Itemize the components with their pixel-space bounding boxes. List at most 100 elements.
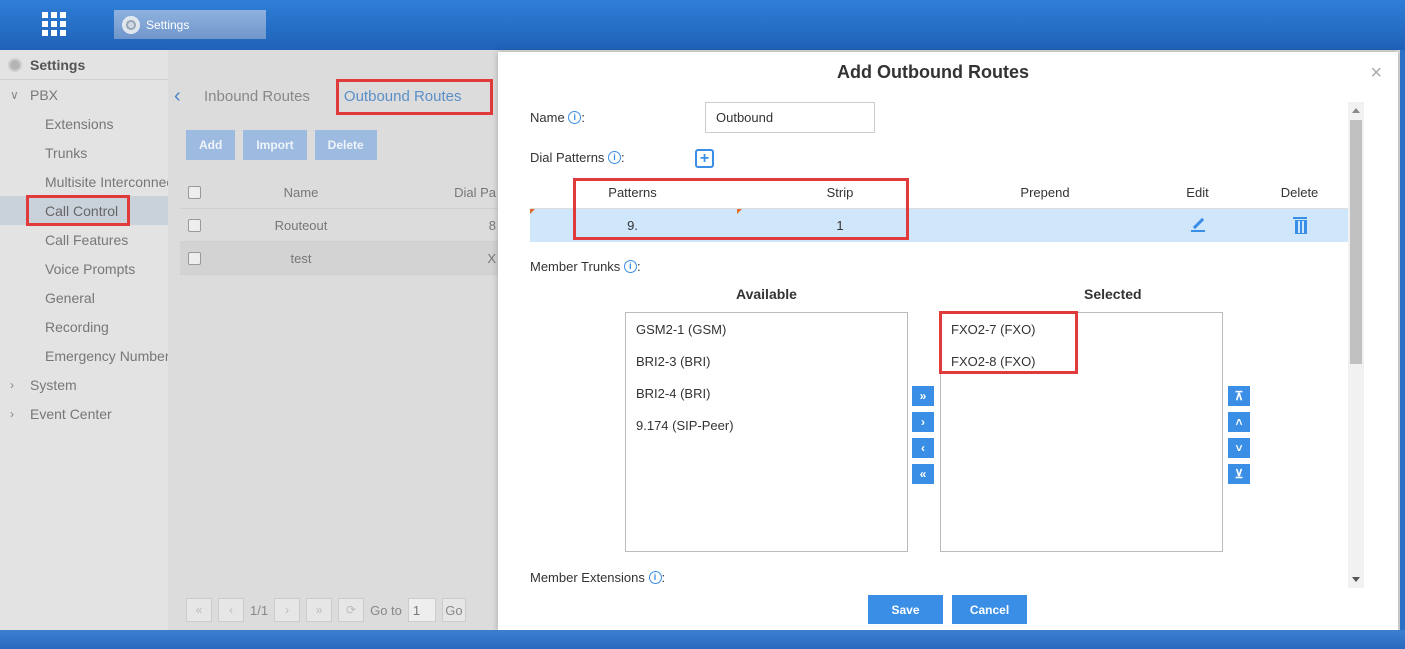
nav-group-label: Event Center [30, 405, 112, 422]
member-extensions-label-text: Member Extensions [530, 570, 645, 585]
routes-content: ‹ Inbound Routes Outbound Routes Add Imp… [168, 50, 498, 630]
available-trunks-list[interactable]: GSM2-1 (GSM) BRI2-3 (BRI) BRI2-4 (BRI) 9… [625, 312, 908, 552]
nav-group-event-center[interactable]: › Event Center [0, 399, 168, 428]
close-icon[interactable]: × [1370, 62, 1382, 85]
add-pattern-icon[interactable]: + [695, 149, 714, 168]
dialog-footer: Save Cancel [868, 595, 1027, 624]
table-row[interactable]: Routeout 8 [180, 209, 498, 242]
sidebar-item-label: Call Features [45, 231, 129, 248]
dial-patterns-label: Dial Patterns i: [530, 150, 625, 165]
move-all-left-icon[interactable]: « [912, 464, 934, 484]
save-button[interactable]: Save [868, 595, 943, 624]
go-button[interactable]: Go [441, 598, 466, 622]
pattern-row[interactable]: 9. 1 [530, 209, 1349, 242]
dialog-scrollbar[interactable] [1348, 102, 1364, 588]
scroll-thumb[interactable] [1350, 120, 1362, 364]
route-name: test [290, 250, 312, 266]
list-item[interactable]: BRI2-4 (BRI) [626, 377, 907, 409]
list-item[interactable]: FXO2-7 (FXO) [941, 313, 1222, 345]
next-page-button[interactable]: › [274, 598, 301, 622]
member-trunks-label: Member Trunks i: [530, 259, 641, 274]
route-name: Routeout [274, 217, 328, 233]
sidebar-item-general[interactable]: General [0, 283, 168, 312]
name-label: Name i: [530, 110, 585, 125]
sidebar-item-extensions[interactable]: Extensions [0, 109, 168, 138]
move-bottom-icon[interactable]: ⊻ [1228, 464, 1250, 484]
sidebar-item-voice-prompts[interactable]: Voice Prompts [0, 254, 168, 283]
pattern-value[interactable]: 9. [530, 218, 735, 233]
row-checkbox[interactable] [188, 218, 201, 232]
import-button[interactable]: Import [243, 130, 307, 160]
cancel-button[interactable]: Cancel [952, 595, 1027, 624]
sidebar-item-recording[interactable]: Recording [0, 312, 168, 341]
tab-inbound-routes[interactable]: Inbound Routes [204, 88, 324, 105]
column-header-prepend: Prepend [1020, 184, 1070, 200]
add-button[interactable]: Add [186, 130, 236, 160]
settings-app-tab-label: Settings [146, 17, 190, 32]
list-item[interactable]: 9.174 (SIP-Peer) [626, 409, 907, 441]
nav-group-label: PBX [30, 86, 59, 103]
strip-value[interactable]: 1 [735, 218, 945, 233]
column-header-name: Name [283, 184, 319, 200]
nav-group-pbx[interactable]: ∨ PBX [0, 80, 168, 109]
refresh-icon[interactable]: ⟳ [338, 598, 365, 622]
info-icon[interactable]: i [608, 150, 622, 164]
top-bar: Settings [0, 0, 1405, 50]
sidebar-title: Settings [30, 56, 86, 73]
sidebar-item-call-features[interactable]: Call Features [0, 225, 168, 254]
taskbar-strip [0, 630, 1405, 649]
scroll-up-icon[interactable] [1352, 108, 1360, 113]
routes-toolbar: Add Import Delete [186, 130, 377, 160]
sidebar-item-multisite-interconnect[interactable]: Multisite Interconnect [0, 167, 177, 196]
prev-page-button[interactable]: ‹ [218, 598, 244, 622]
tab-outbound-routes[interactable]: Outbound Routes [324, 88, 476, 105]
row-checkbox[interactable] [188, 251, 201, 265]
move-left-icon[interactable]: ‹ [912, 438, 934, 458]
column-header-edit: Edit [1186, 184, 1209, 200]
available-title: Available [736, 286, 797, 302]
goto-page-input[interactable]: 1 [407, 598, 436, 622]
scroll-down-icon[interactable] [1352, 577, 1360, 582]
page-indicator: 1/1 [250, 602, 269, 618]
chevron-left-icon[interactable]: ‹ [174, 85, 204, 108]
move-all-right-icon[interactable]: » [912, 386, 934, 406]
move-top-icon[interactable]: ⊼ [1228, 386, 1250, 406]
selected-title: Selected [1084, 286, 1142, 302]
pagination: « ‹ 1/1 › » ⟳ Go to 1 Go [186, 598, 466, 622]
apps-grid-icon[interactable] [42, 12, 66, 36]
selected-trunks-list[interactable]: FXO2-7 (FXO) FXO2-8 (FXO) [940, 312, 1223, 552]
delete-button[interactable]: Delete [314, 130, 377, 160]
list-item[interactable]: BRI2-3 (BRI) [626, 345, 907, 377]
move-up-icon[interactable]: ˄ [1228, 412, 1250, 432]
delete-trash-icon[interactable] [1250, 216, 1349, 235]
order-buttons: ⊼ ˄ ˅ ⊻ [1228, 386, 1250, 484]
sidebar-item-label: Emergency Number [45, 347, 170, 364]
sidebar-header: Settings [0, 50, 168, 80]
sidebar-item-trunks[interactable]: Trunks [0, 138, 168, 167]
sidebar-item-label: Call Control [45, 202, 119, 219]
last-page-button[interactable]: » [306, 598, 333, 622]
edit-pencil-icon[interactable] [1145, 216, 1250, 235]
move-down-icon[interactable]: ˅ [1228, 438, 1250, 458]
settings-app-tab[interactable]: Settings [114, 10, 266, 39]
list-item[interactable]: FXO2-8 (FXO) [941, 345, 1222, 377]
nav-group-system[interactable]: › System [0, 370, 168, 399]
sidebar-item-call-control[interactable]: Call Control [0, 196, 168, 225]
sidebar-item-emergency-number[interactable]: Emergency Number [0, 341, 170, 370]
sidebar-item-label: Trunks [45, 144, 88, 161]
list-item[interactable]: GSM2-1 (GSM) [626, 313, 907, 345]
info-icon[interactable]: i [623, 259, 637, 273]
column-header-patterns: Patterns [608, 184, 657, 200]
name-label-text: Name [530, 110, 565, 125]
table-row[interactable]: test X [180, 242, 498, 275]
sidebar-item-label: Multisite Interconnect [45, 173, 178, 190]
info-icon[interactable]: i [568, 110, 582, 124]
pattern-table-header: Patterns Strip Prepend Edit Delete [530, 176, 1349, 209]
select-all-checkbox[interactable] [188, 185, 201, 199]
chevron-right-icon: › [10, 406, 14, 421]
info-icon[interactable]: i [648, 570, 662, 584]
name-input[interactable]: Outbound [705, 102, 875, 133]
move-right-icon[interactable]: › [912, 412, 934, 432]
settings-gear-icon [8, 57, 22, 72]
first-page-button[interactable]: « [186, 598, 212, 622]
